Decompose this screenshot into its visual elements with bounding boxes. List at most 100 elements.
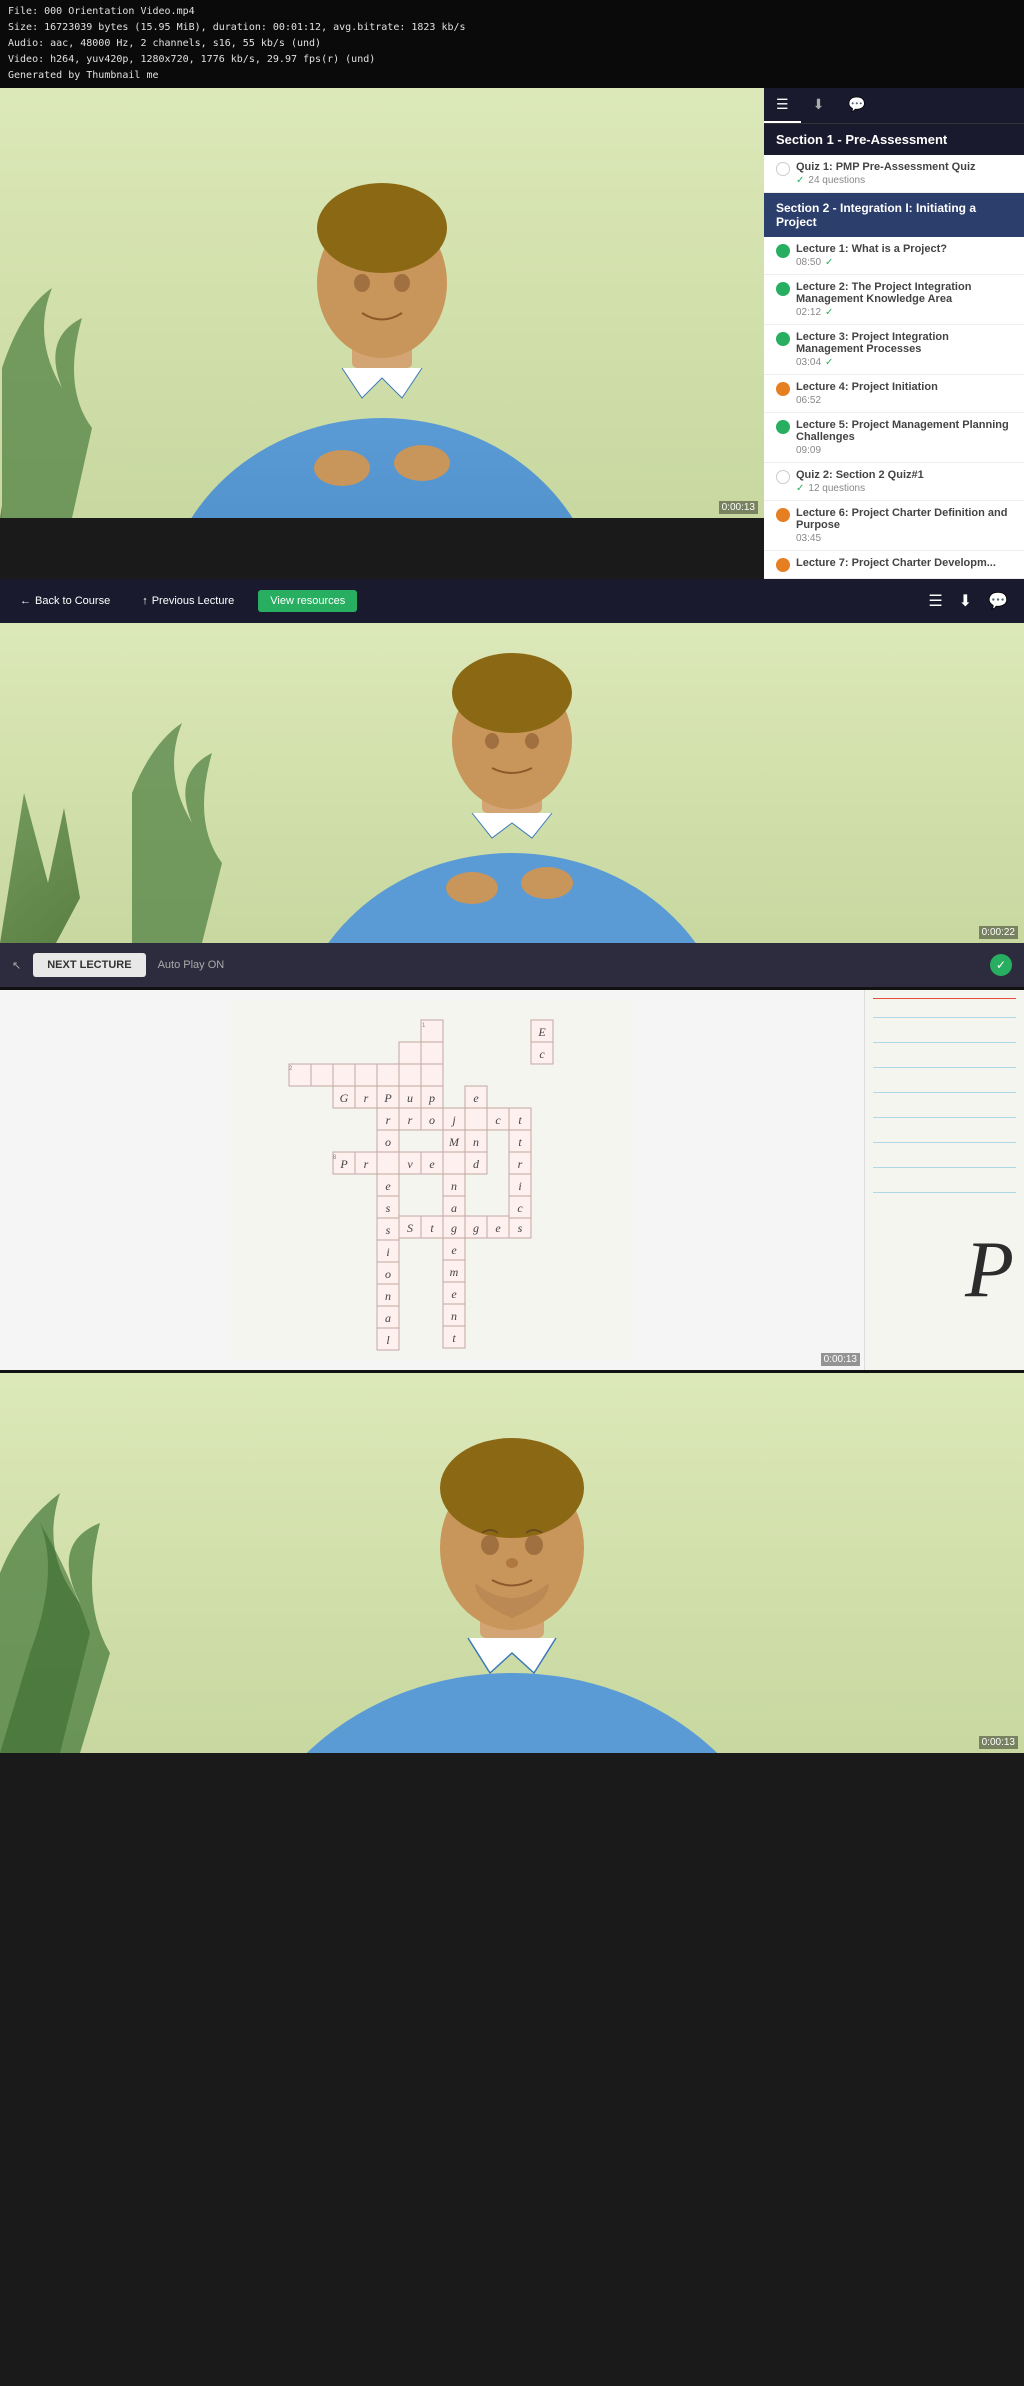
svg-text:E: E — [537, 1025, 546, 1039]
file-info-line4: Video: h264, yuv420p, 1280x720, 1776 kb/… — [8, 52, 1016, 68]
section-2-header: Section 2 - Integration I: Initiating a … — [764, 193, 1024, 237]
lecture-3-icon — [776, 332, 790, 346]
presenter-3 — [0, 1373, 1024, 1753]
notepad-red-line — [873, 998, 1016, 999]
quiz-1-meta: ✓ 24 questions — [796, 175, 976, 186]
lecture-7-title: Lecture 7: Project Charter Developm... — [796, 557, 996, 569]
lecture-4-title: Lecture 4: Project Initiation — [796, 381, 938, 393]
file-info-line2: Size: 16723039 bytes (15.95 MiB), durati… — [8, 20, 1016, 36]
svg-text:n: n — [473, 1135, 479, 1149]
svg-text:S: S — [407, 1221, 413, 1235]
lecture-item-1[interactable]: Lecture 1: What is a Project? 08:50✓ — [764, 237, 1024, 275]
notepad-line-6 — [873, 1142, 1016, 1143]
svg-text:o: o — [385, 1267, 391, 1281]
chat-icon[interactable]: 💬 — [984, 587, 1012, 615]
sidebar-tabs: ☰ ⬇ 💬 — [764, 88, 1024, 124]
next-lecture-bar: ↖ NEXT LECTURE Auto Play ON ✓ — [0, 943, 1024, 987]
lecture-5-icon — [776, 420, 790, 434]
lecture-item-5[interactable]: Lecture 5: Project Management Planning C… — [764, 413, 1024, 463]
lecture-3-title: Lecture 3: Project Integration Managemen… — [796, 331, 1012, 355]
timestamp-3: 0:00:13 — [979, 1736, 1018, 1749]
svg-text:e: e — [429, 1157, 435, 1171]
svg-text:e: e — [473, 1091, 479, 1105]
svg-text:n: n — [451, 1179, 457, 1193]
svg-text:a: a — [451, 1201, 457, 1215]
lecture-7-icon — [776, 558, 790, 572]
svg-text:a: a — [385, 1311, 391, 1325]
lecture-item-3[interactable]: Lecture 3: Project Integration Managemen… — [764, 325, 1024, 375]
svg-text:r: r — [408, 1113, 413, 1127]
svg-text:g: g — [473, 1221, 479, 1235]
file-info-line1: File: 000 Orientation Video.mp4 — [8, 4, 1016, 20]
svg-text:g: g — [451, 1221, 457, 1235]
view-resources-button[interactable]: View resources — [258, 590, 357, 612]
lecture-1-icon — [776, 244, 790, 258]
quiz-1-title: Quiz 1: PMP Pre-Assessment Quiz — [796, 161, 976, 173]
lecture-item-4[interactable]: Lecture 4: Project Initiation 06:52 — [764, 375, 1024, 413]
download-icon[interactable]: ⬇ — [955, 587, 976, 615]
presenter-2 — [0, 623, 1024, 943]
quiz-2-item[interactable]: Quiz 2: Section 2 Quiz#1 ✓12 questions — [764, 463, 1024, 501]
lecture-6-icon — [776, 508, 790, 522]
svg-text:m: m — [450, 1265, 459, 1279]
toolbar-right: ☰ ⬇ 💬 — [924, 587, 1012, 615]
notepad-line-2 — [873, 1042, 1016, 1043]
back-arrow-icon: ← — [20, 595, 31, 607]
svg-text:s: s — [386, 1223, 391, 1237]
svg-text:c: c — [495, 1113, 501, 1127]
svg-text:v: v — [407, 1157, 413, 1171]
video-section-1: 0:00:13 ☰ ⬇ 💬 Section 1 - Pre-Assessment… — [0, 88, 1024, 579]
svg-text:P: P — [339, 1157, 348, 1171]
tab-download[interactable]: ⬇ — [801, 88, 837, 123]
quiz-2-title: Quiz 2: Section 2 Quiz#1 — [796, 469, 924, 481]
quiz-2-icon — [776, 470, 790, 484]
svg-text:i: i — [386, 1245, 389, 1259]
svg-text:G: G — [340, 1091, 349, 1105]
toolbar-left: ← Back to Course ↑ Previous Lecture View… — [12, 590, 357, 612]
svg-text:r: r — [364, 1091, 369, 1105]
quiz-1-item[interactable]: Quiz 1: PMP Pre-Assessment Quiz ✓ 24 que… — [764, 155, 1024, 193]
presenter-container-3: 0:00:13 — [0, 1373, 1024, 1753]
video-player-1[interactable]: 0:00:13 — [0, 88, 764, 518]
section-1-title: Section 1 - Pre-Assessment — [776, 132, 947, 147]
svg-text:e: e — [385, 1179, 391, 1193]
next-lecture-button[interactable]: NEXT LECTURE — [33, 953, 145, 977]
previous-lecture-button[interactable]: ↑ Previous Lecture — [134, 591, 242, 611]
auto-play-button[interactable]: Auto Play ON — [158, 959, 225, 971]
svg-text:o: o — [385, 1135, 391, 1149]
svg-text:r: r — [386, 1113, 391, 1127]
svg-text:c: c — [517, 1201, 523, 1215]
svg-text:u: u — [407, 1091, 413, 1105]
lecture-6-meta: 03:45 — [796, 533, 1012, 544]
notepad-line-8 — [873, 1192, 1016, 1193]
video-player-2[interactable]: 0:00:22 — [0, 623, 1024, 943]
svg-text:n: n — [451, 1309, 457, 1323]
video-section-2: 0:00:22 — [0, 623, 1024, 943]
notepad-line-5 — [873, 1117, 1016, 1118]
svg-text:e: e — [451, 1243, 457, 1257]
list-view-icon[interactable]: ☰ — [924, 587, 946, 615]
notepad-letter-p: P — [965, 1230, 1014, 1310]
tab-curriculum[interactable]: ☰ — [764, 88, 801, 123]
lecture-5-meta: 09:09 — [796, 445, 1012, 456]
lecture-item-2[interactable]: Lecture 2: The Project Integration Manag… — [764, 275, 1024, 325]
svg-text:M: M — [448, 1135, 460, 1149]
timestamp-1: 0:00:13 — [719, 501, 758, 514]
quiz-2-meta: ✓12 questions — [796, 483, 924, 494]
lecture-6-title: Lecture 6: Project Charter Definition an… — [796, 507, 1012, 531]
lecture-item-6[interactable]: Lecture 6: Project Charter Definition an… — [764, 501, 1024, 551]
lecture-5-title: Lecture 5: Project Management Planning C… — [796, 419, 1012, 443]
lecture-item-7[interactable]: Lecture 7: Project Charter Developm... — [764, 551, 1024, 579]
tab-chat[interactable]: 💬 — [836, 88, 877, 123]
lecture-2-title: Lecture 2: The Project Integration Manag… — [796, 281, 1012, 305]
up-arrow-icon: ↑ — [142, 595, 148, 607]
notepad-area: P — [864, 990, 1024, 1370]
svg-text:s: s — [518, 1221, 523, 1235]
file-info-line3: Audio: aac, 48000 Hz, 2 channels, s16, 5… — [8, 36, 1016, 52]
back-to-course-button[interactable]: ← Back to Course — [12, 591, 118, 611]
notepad-line-4 — [873, 1092, 1016, 1093]
cursor-icon: ↖ — [12, 959, 21, 972]
video-section-3[interactable]: 0:00:13 — [0, 1373, 1024, 1753]
file-info-bar: File: 000 Orientation Video.mp4 Size: 16… — [0, 0, 1024, 88]
quiz-icon — [776, 162, 790, 176]
